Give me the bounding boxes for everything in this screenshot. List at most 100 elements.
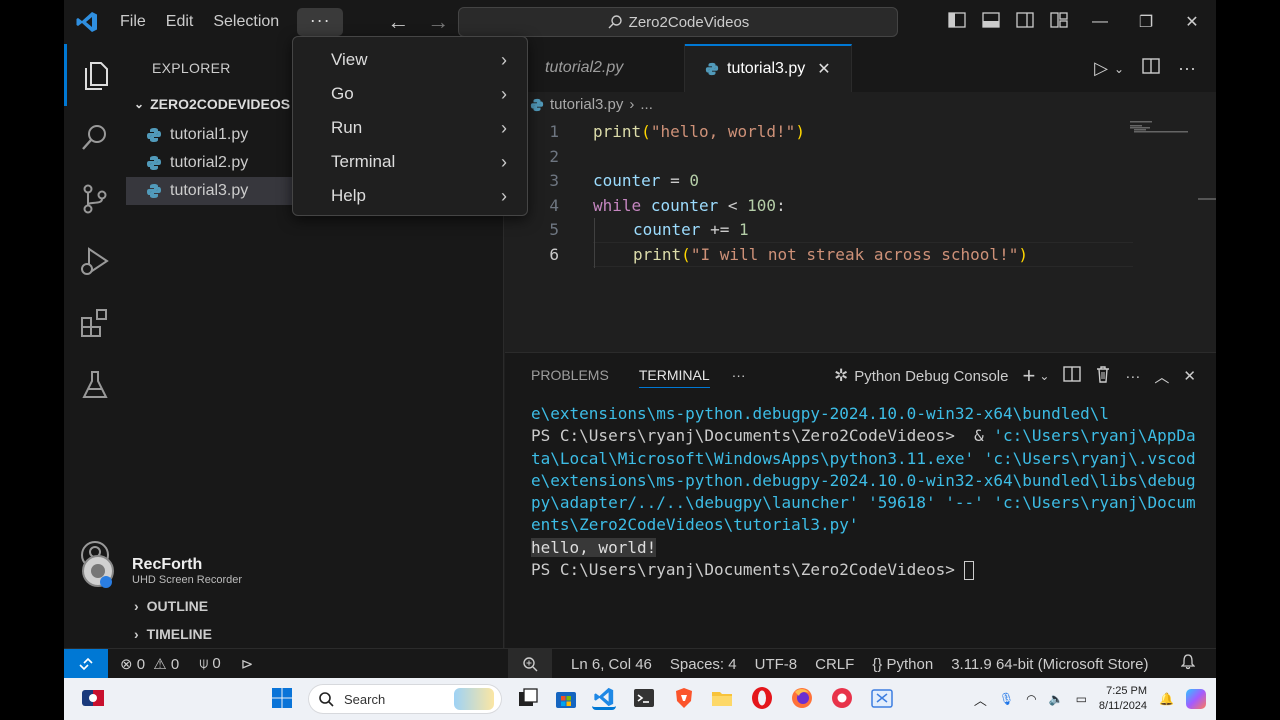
more-menu-button[interactable]: ···	[297, 8, 344, 36]
encoding[interactable]: UTF-8	[746, 656, 807, 673]
more-menu-dropdown: View › Go › Run › Terminal › Help ›	[292, 36, 528, 216]
cursor-position[interactable]: Ln 6, Col 46	[562, 656, 661, 673]
indentation[interactable]: Spaces: 4	[661, 656, 746, 673]
run-debug-icon[interactable]	[64, 230, 126, 292]
workspace-folder[interactable]: ⌄ ZERO2CODEVIDEOS	[134, 96, 290, 112]
taskbar-clock[interactable]: 7:25 PM 8/11/2024	[1099, 684, 1147, 714]
taskbar-search[interactable]: Search	[308, 684, 502, 714]
forward-arrow-icon[interactable]: →	[427, 9, 449, 35]
breadcrumb-more[interactable]: ...	[640, 96, 653, 113]
menu-item-go[interactable]: Go ›	[293, 77, 527, 111]
python-file-icon	[147, 156, 161, 170]
microphone-icon[interactable]: 🎙	[999, 692, 1014, 706]
breadcrumb-file[interactable]: tutorial3.py	[550, 96, 623, 113]
search-view-icon[interactable]	[64, 106, 126, 168]
chevron-down-icon[interactable]: ⌄	[1039, 369, 1049, 383]
timeline-section[interactable]: › TIMELINE	[134, 626, 212, 642]
menu-item-run[interactable]: Run ›	[293, 111, 527, 145]
volume-icon[interactable]: 🔈	[1049, 692, 1064, 706]
opera-browser-icon[interactable]	[750, 686, 774, 710]
minimap[interactable]	[1130, 120, 1190, 136]
remote-indicator-icon[interactable]	[64, 649, 108, 679]
microsoft-store-icon[interactable]	[554, 686, 578, 710]
close-tab-icon[interactable]: ✕	[817, 59, 830, 79]
code-token: "I will not streak across school!"	[690, 245, 1019, 264]
more-actions-icon[interactable]: ···	[1125, 368, 1140, 385]
customize-layout-icon[interactable]	[1042, 11, 1076, 33]
chevron-down-icon[interactable]: ⌄	[1114, 62, 1124, 76]
terminal-taskbar-icon[interactable]	[632, 686, 656, 710]
menu-item-help[interactable]: Help ›	[293, 179, 527, 213]
python-interpreter[interactable]: 3.11.9 64-bit (Microsoft Store)	[942, 656, 1157, 673]
close-panel-icon[interactable]: ✕	[1183, 367, 1196, 385]
outline-label: OUTLINE	[146, 598, 209, 614]
new-terminal-icon[interactable]: +	[1022, 363, 1035, 389]
code-token: <	[718, 196, 748, 215]
menu-file[interactable]: File	[110, 7, 156, 37]
minimize-icon[interactable]: —	[1076, 13, 1124, 31]
run-python-icon[interactable]: ▷	[1094, 58, 1108, 79]
tab-terminal[interactable]: TERMINAL	[638, 367, 710, 388]
file-label: tutorial2.py	[170, 154, 249, 171]
explorer-icon[interactable]	[64, 44, 126, 106]
code-token: 100	[747, 196, 777, 215]
language-mode[interactable]: {} Python	[863, 656, 942, 673]
menu-item-label: Go	[331, 84, 354, 103]
toggle-secondary-sidebar-icon[interactable]	[1008, 11, 1042, 33]
menu-item-label: Help	[331, 186, 366, 205]
file-explorer-icon[interactable]	[710, 686, 734, 710]
toggle-panel-icon[interactable]	[974, 11, 1008, 33]
outline-section[interactable]: › OUTLINE	[134, 598, 208, 614]
debug-status-icon[interactable]: ⊳	[241, 655, 254, 673]
start-windows-icon[interactable]	[270, 686, 294, 710]
ports-count: 0	[212, 655, 221, 672]
code-paren: )	[1018, 245, 1028, 264]
firefox-browser-icon[interactable]	[790, 686, 814, 710]
trash-icon[interactable]	[1095, 365, 1111, 387]
extensions-icon[interactable]	[64, 292, 126, 354]
notification-bell-icon[interactable]: 🔔	[1159, 692, 1174, 706]
toggle-sidebar-icon[interactable]	[940, 11, 974, 33]
file-label: tutorial3.py	[170, 182, 249, 199]
wifi-icon[interactable]: ◠	[1026, 692, 1036, 706]
testing-flask-icon[interactable]	[64, 354, 126, 416]
close-window-icon[interactable]: ✕	[1168, 12, 1216, 32]
menu-item-terminal[interactable]: Terminal ›	[293, 145, 527, 179]
tab-problems[interactable]: PROBLEMS	[531, 367, 609, 388]
chevron-right-icon: ›	[501, 151, 507, 172]
notifications-bell-icon[interactable]	[1172, 654, 1204, 674]
editor-actions: ▷ ⌄ ···	[1094, 58, 1196, 79]
terminal-output[interactable]: e\extensions\ms-python.debugpy-2024.10.0…	[531, 403, 1196, 581]
scrollbar-marker[interactable]	[1198, 198, 1216, 200]
vscode-taskbar-icon[interactable]	[592, 686, 616, 710]
more-actions-icon[interactable]: ···	[1178, 58, 1196, 79]
debug-console-label[interactable]: Python Debug Console	[854, 368, 1008, 385]
copilot-icon[interactable]	[1186, 689, 1206, 709]
panel-more-button[interactable]: ···	[732, 367, 746, 388]
menu-item-view[interactable]: View ›	[293, 43, 527, 77]
split-terminal-icon[interactable]	[1063, 366, 1082, 386]
zoom-icon[interactable]	[508, 649, 552, 679]
maximize-panel-icon[interactable]: ︿	[1154, 366, 1169, 387]
back-arrow-icon[interactable]: ←	[387, 9, 409, 35]
menu-edit[interactable]: Edit	[156, 7, 204, 37]
task-view-icon[interactable]	[516, 686, 540, 710]
terminal-line: 'c:\Users\ryanj\AppDa	[993, 426, 1196, 446]
tab-tutorial2[interactable]: tutorial2.py	[505, 44, 685, 92]
command-center-search[interactable]: Zero2CodeVideos	[458, 7, 898, 37]
restore-icon[interactable]: ❐	[1124, 12, 1168, 32]
mlb-widget-icon[interactable]	[82, 690, 104, 706]
menu-selection[interactable]: Selection	[203, 7, 289, 37]
snipping-tool-icon[interactable]	[870, 686, 894, 710]
problems-status[interactable]: ⊗ 0 ⚠ 0	[120, 655, 179, 673]
command-center-label: Zero2CodeVideos	[628, 13, 750, 31]
tab-tutorial3[interactable]: tutorial3.py ✕	[685, 44, 852, 92]
brave-browser-icon[interactable]	[672, 686, 696, 710]
line-ending[interactable]: CRLF	[806, 656, 863, 673]
ports-status[interactable]: ⍦ 0	[199, 655, 221, 673]
split-editor-icon[interactable]	[1142, 58, 1160, 79]
recorder-taskbar-icon[interactable]	[830, 686, 854, 710]
battery-icon[interactable]: ▭	[1076, 692, 1087, 706]
chevron-up-icon[interactable]: ︿	[974, 690, 987, 709]
source-control-icon[interactable]	[64, 168, 126, 230]
